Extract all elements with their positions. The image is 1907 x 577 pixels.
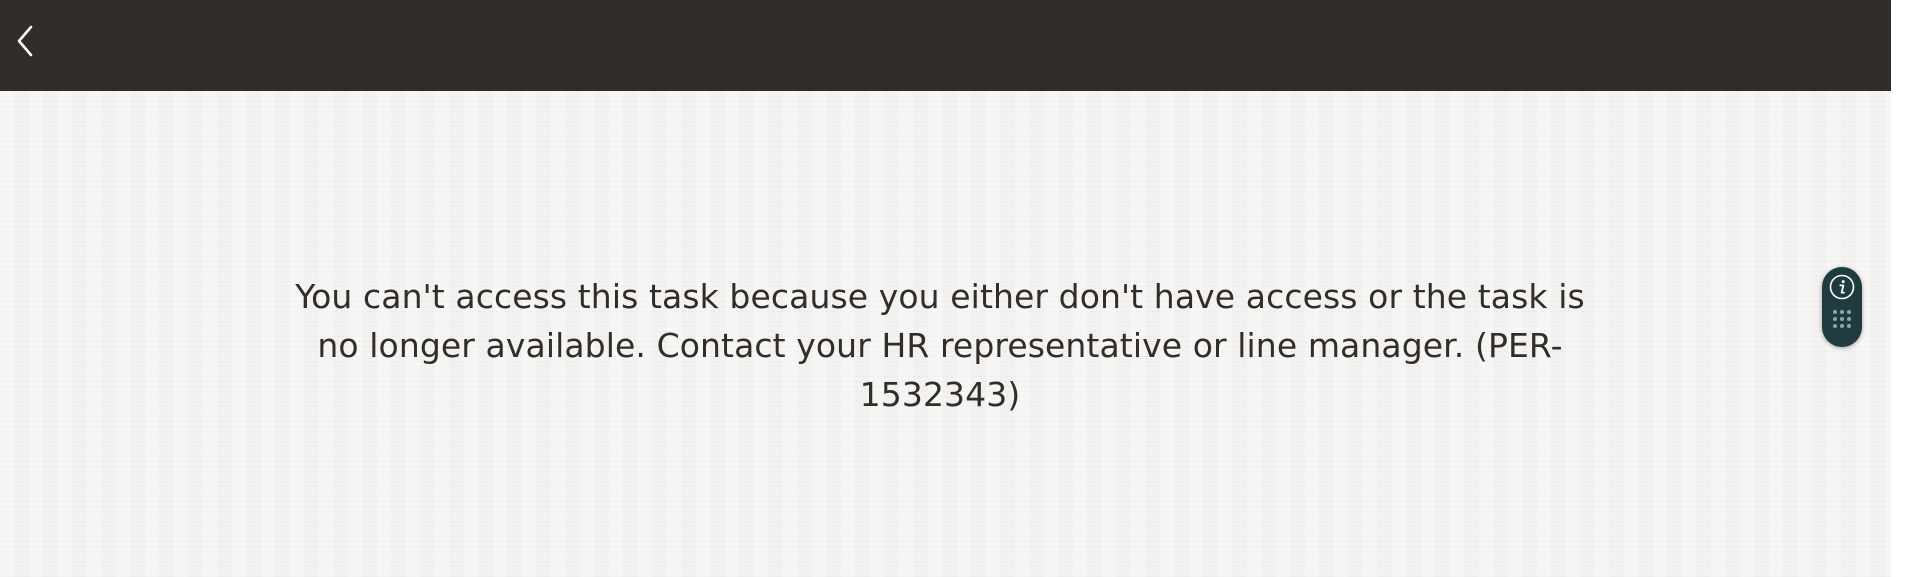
help-widget[interactable] — [1822, 267, 1862, 347]
page-viewport: You can't access this task because you e… — [0, 0, 1891, 577]
access-error-message: You can't access this task because you e… — [295, 277, 1585, 414]
drag-grip-icon[interactable] — [1832, 309, 1852, 335]
chevron-left-icon — [17, 25, 33, 57]
back-button[interactable] — [8, 18, 42, 64]
scrollbar-gutter — [1891, 0, 1907, 577]
info-icon[interactable] — [1829, 274, 1855, 300]
top-navigation-bar — [0, 0, 1891, 91]
